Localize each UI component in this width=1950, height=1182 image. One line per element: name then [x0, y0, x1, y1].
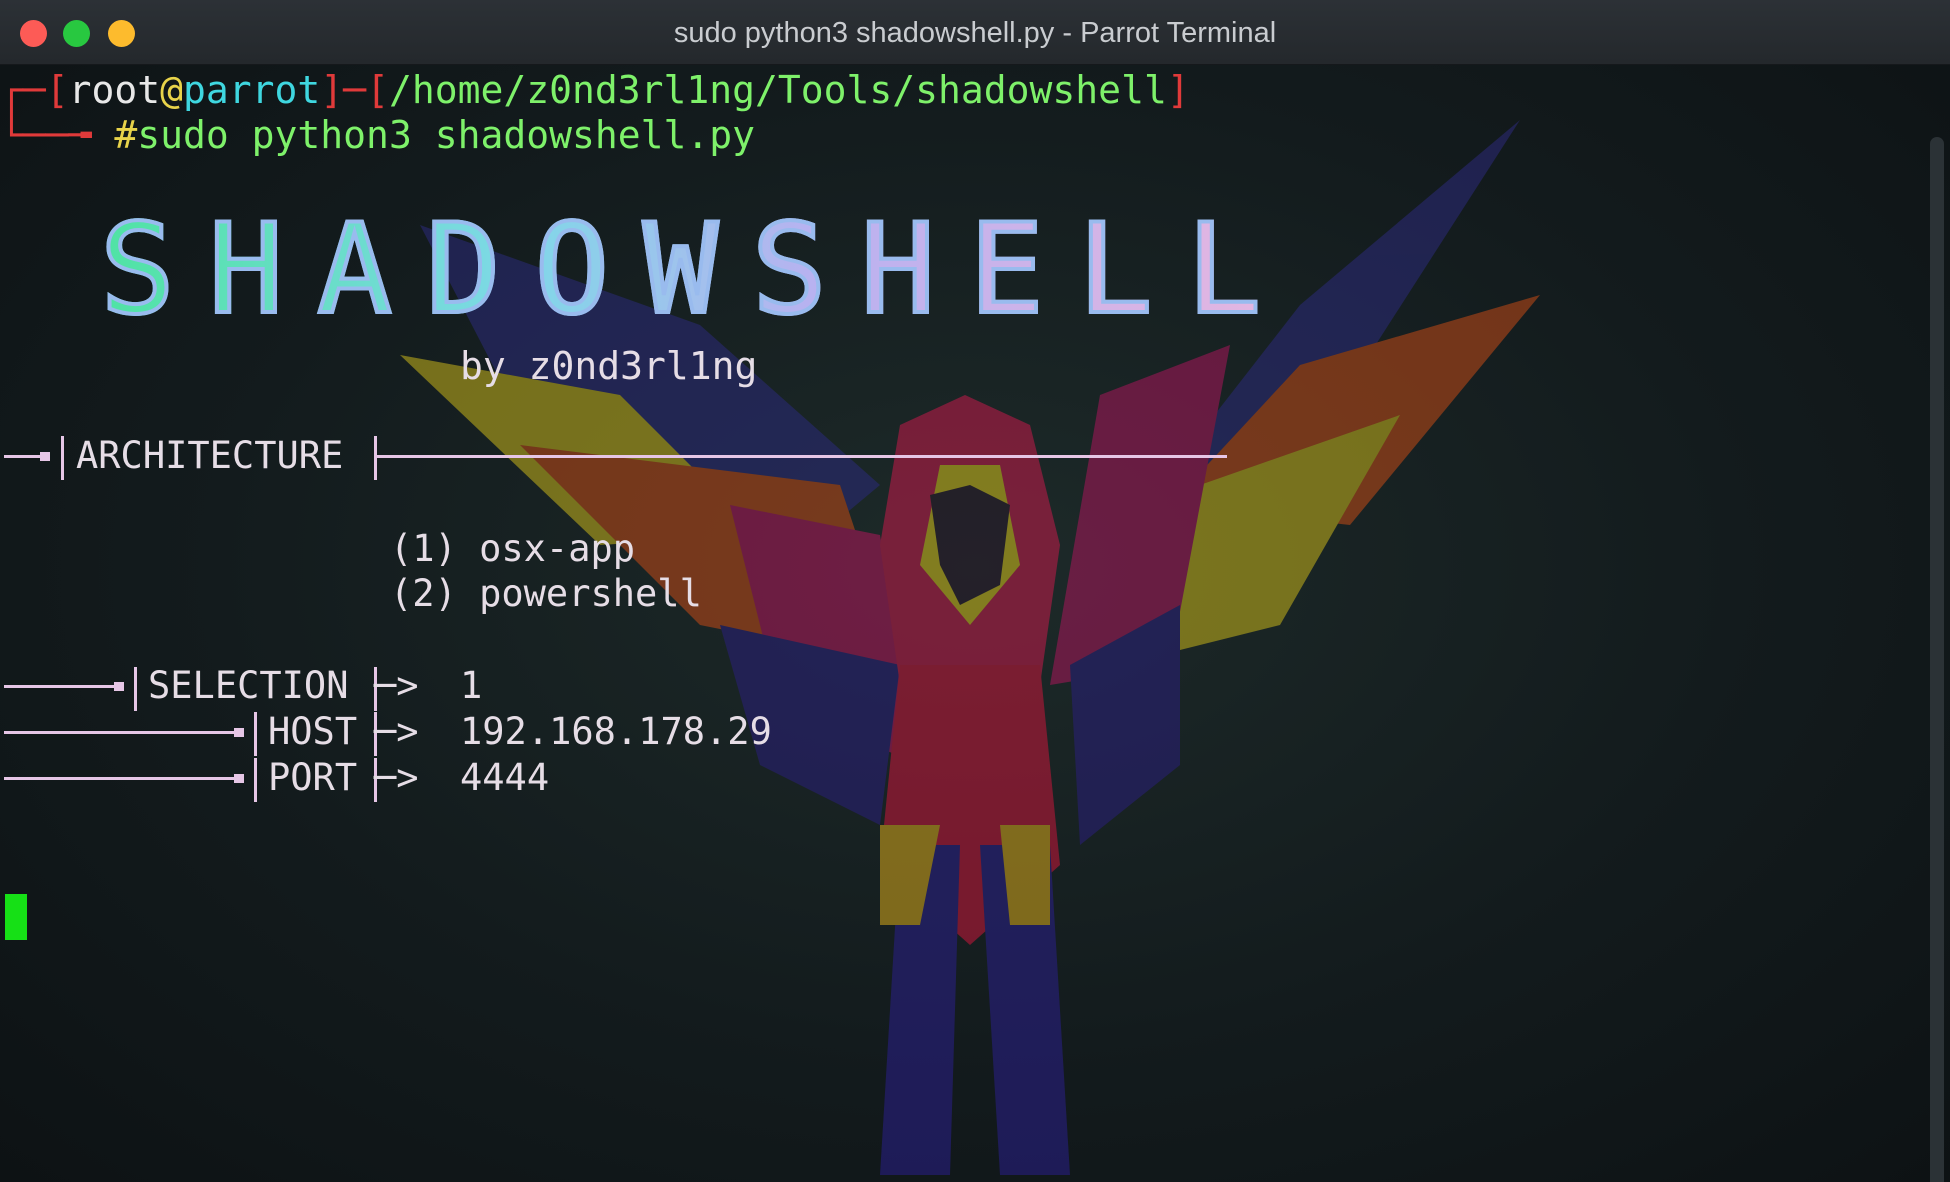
- host-label: HOST: [268, 710, 358, 753]
- option-osx-app: (1) osx-app: [390, 527, 636, 570]
- host-rule: [4, 731, 244, 734]
- selection-bar-left: [134, 667, 137, 711]
- prompt-separator: ]─[: [320, 68, 389, 112]
- architecture-bar-left: [61, 436, 64, 480]
- window-title: sudo python3 shadowshell.py - Parrot Ter…: [673, 17, 1277, 49]
- prompt-continuation: └──╼: [0, 113, 115, 157]
- banner-title: SHADOWSHELL: [98, 198, 1296, 342]
- port-rule: [4, 777, 244, 780]
- prompt-path: /home/z0nd3rl1ng/Tools/shadowshell: [388, 68, 1167, 112]
- selection-rule: [4, 685, 124, 688]
- selection-knob: [114, 682, 124, 691]
- selection-value: 1: [460, 664, 483, 707]
- prompt-open-bracket: ┌─[: [0, 68, 69, 112]
- host-bar-left: [254, 712, 257, 756]
- command-text: sudo python3 shadowshell.py: [137, 113, 755, 157]
- port-value: 4444: [460, 756, 550, 799]
- terminal-window: sudo python3 shadowshell.py - Parrot Ter…: [0, 0, 1950, 1182]
- selection-label: SELECTION: [148, 664, 349, 707]
- prompt-host: parrot: [183, 68, 321, 112]
- port-knob: [234, 774, 244, 783]
- architecture-bar-right: [374, 436, 377, 480]
- architecture-heading: ARCHITECTURE: [76, 434, 344, 477]
- selection-arrow: ─>: [374, 664, 441, 707]
- terminal-cursor[interactable]: [5, 894, 27, 940]
- prompt-close-bracket: ]: [1166, 68, 1190, 112]
- option-powershell: (2) powershell: [390, 572, 702, 615]
- host-arrow: ─>: [374, 710, 441, 753]
- host-value: 192.168.178.29: [460, 710, 772, 753]
- scrollbar[interactable]: [1930, 137, 1944, 1182]
- prompt-user: root: [68, 68, 161, 112]
- banner-author: by z0nd3rl1ng: [460, 344, 758, 388]
- port-bar-left: [254, 758, 257, 802]
- host-knob: [234, 728, 244, 737]
- title-bar[interactable]: sudo python3 shadowshell.py - Parrot Ter…: [0, 0, 1950, 65]
- port-label: PORT: [268, 756, 358, 799]
- architecture-rule-right: [377, 455, 1227, 458]
- architecture-knob: [40, 452, 50, 461]
- prompt-line: ┌─[root@parrot]─[/home/z0nd3rl1ng/Tools/…: [0, 68, 1190, 112]
- port-arrow: ─>: [374, 756, 441, 799]
- prompt-hash: #: [114, 113, 138, 157]
- command-line: └──╼ #sudo python3 shadowshell.py: [0, 113, 755, 157]
- prompt-at: @: [160, 68, 184, 112]
